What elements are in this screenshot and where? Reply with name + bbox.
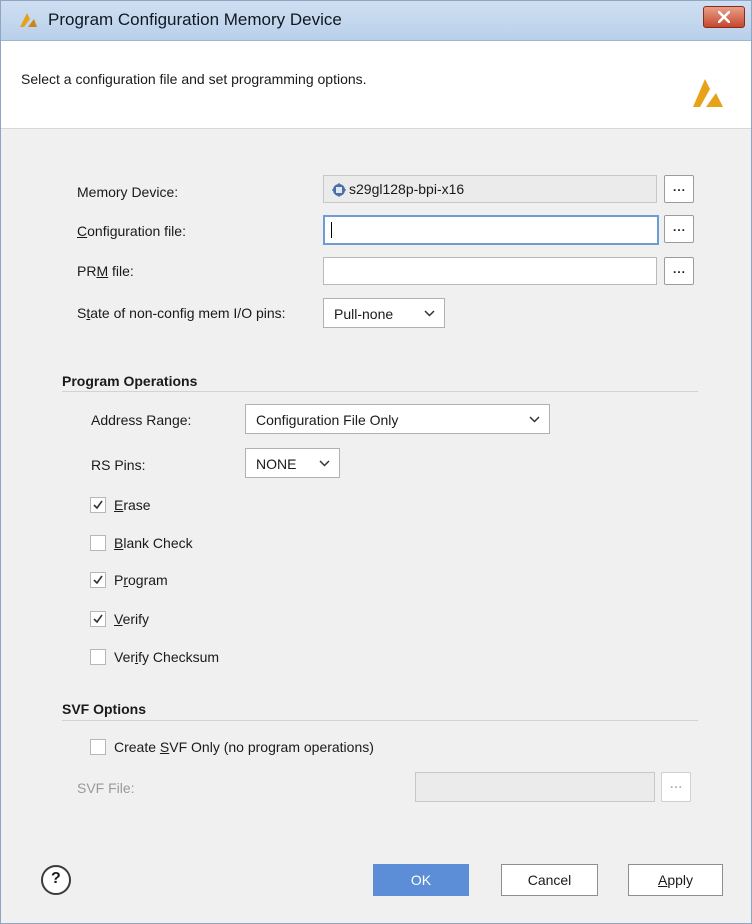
checkmark-icon	[93, 500, 103, 510]
help-icon: ?	[51, 870, 61, 887]
program-checkbox[interactable]	[90, 572, 106, 588]
erase-label: Erase	[114, 497, 151, 513]
apply-button[interactable]: Apply	[628, 864, 723, 896]
create-svf-checkbox[interactable]	[90, 739, 106, 755]
title-bar: Program Configuration Memory Device	[1, 1, 751, 41]
prm-file-input[interactable]	[323, 257, 657, 285]
svf-file-label: SVF File:	[77, 780, 135, 796]
chip-icon	[332, 183, 346, 197]
rs-pins-value: NONE	[256, 456, 297, 472]
chevron-down-icon	[319, 460, 330, 467]
header-description: Select a configuration file and set prog…	[21, 71, 367, 87]
svf-file-browse-button[interactable]: ...	[661, 772, 691, 802]
config-file-input[interactable]	[323, 215, 659, 245]
checkmark-icon	[93, 575, 103, 585]
svf-options-title: SVF Options	[62, 701, 146, 717]
config-file-label: Configuration file:	[77, 223, 186, 239]
prm-file-browse-button[interactable]: ...	[664, 257, 694, 285]
window-title: Program Configuration Memory Device	[48, 10, 342, 29]
erase-checkbox[interactable]	[90, 497, 106, 513]
state-pins-select[interactable]: Pull-none	[323, 298, 445, 328]
verify-label: Verify	[114, 611, 150, 627]
close-icon	[718, 11, 730, 23]
text-caret	[331, 222, 332, 238]
chevron-down-icon	[424, 310, 435, 317]
prm-file-label: PRM file:	[77, 263, 134, 279]
create-svf-label: Create SVF Only (no program operations)	[114, 739, 374, 755]
blank-check-checkbox[interactable]	[90, 535, 106, 551]
address-range-select[interactable]: Configuration File Only	[245, 404, 550, 434]
rs-pins-label: RS Pins:	[91, 457, 146, 473]
ok-button[interactable]: OK	[373, 864, 469, 896]
rs-pins-select[interactable]: NONE	[245, 448, 340, 478]
section-divider	[62, 720, 698, 721]
memory-device-field: s29gl128p-bpi-x16	[323, 175, 657, 203]
header-panel: Select a configuration file and set prog…	[1, 41, 751, 129]
checkmark-icon	[93, 614, 103, 624]
svf-file-input[interactable]	[415, 772, 655, 802]
memory-device-value: s29gl128p-bpi-x16	[349, 181, 465, 197]
program-config-memory-dialog: Program Configuration Memory Device Sele…	[0, 0, 752, 924]
state-pins-value: Pull-none	[334, 306, 394, 322]
address-range-label: Address Range:	[91, 412, 192, 428]
help-button[interactable]: ?	[41, 865, 71, 895]
memory-device-browse-button[interactable]: ...	[664, 175, 694, 203]
memory-device-label: Memory Device:	[77, 184, 179, 200]
close-button[interactable]	[703, 6, 745, 28]
program-operations-title: Program Operations	[62, 373, 198, 389]
verify-checksum-checkbox[interactable]	[90, 649, 106, 665]
chevron-down-icon	[529, 416, 540, 423]
vivado-logo-icon	[20, 13, 37, 27]
section-divider	[62, 391, 698, 392]
blank-check-label: Blank Check	[114, 535, 193, 551]
cancel-button[interactable]: Cancel	[501, 864, 598, 896]
verify-checkbox[interactable]	[90, 611, 106, 627]
state-pins-label: State of non-config mem I/O pins:	[77, 305, 286, 321]
program-label: Program	[114, 572, 168, 588]
config-file-browse-button[interactable]: ...	[664, 215, 694, 243]
address-range-value: Configuration File Only	[256, 412, 399, 428]
verify-checksum-label: Verify Checksum	[114, 649, 220, 665]
xilinx-logo-icon	[693, 79, 723, 107]
